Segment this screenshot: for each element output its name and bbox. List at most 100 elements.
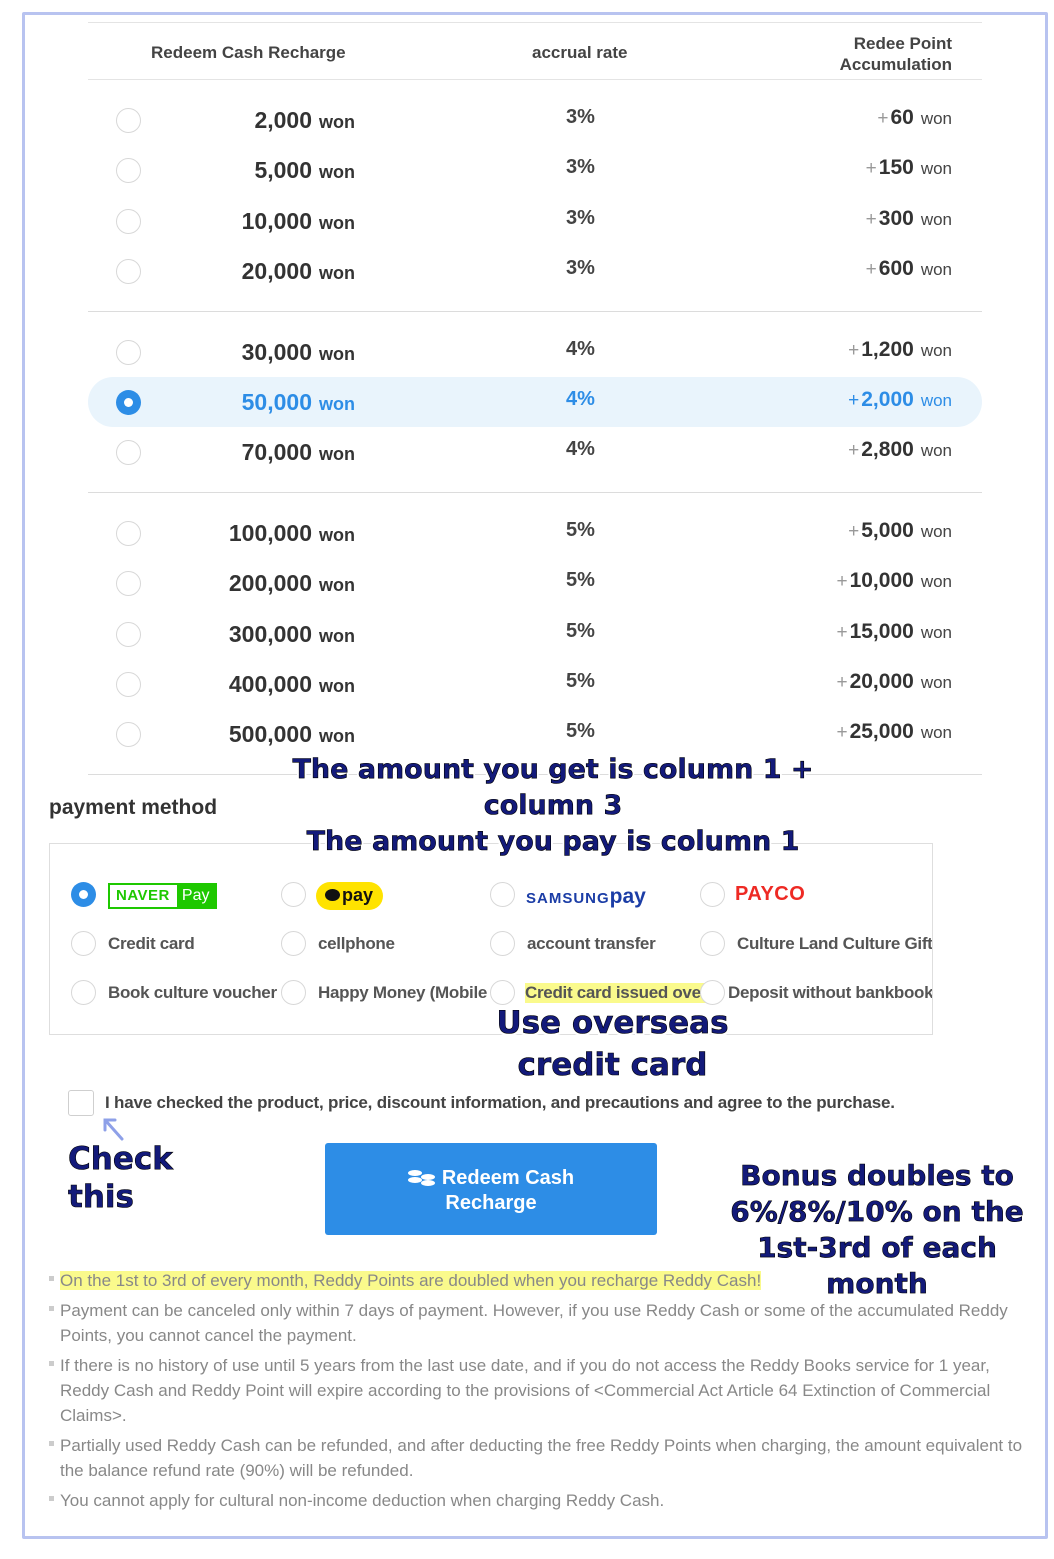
recharge-radio[interactable] xyxy=(116,440,141,466)
option-culture-land[interactable]: Culture Land Culture Gift C xyxy=(700,928,932,958)
radio-credit-card[interactable] xyxy=(71,931,96,956)
recharge-radio[interactable] xyxy=(116,389,141,415)
agree-checkbox[interactable] xyxy=(68,1090,94,1116)
recharge-option-row[interactable]: 200,000 won 5% +10,000 won xyxy=(88,558,982,608)
recharge-option-row[interactable]: 50,000 won 4% +2,000 won xyxy=(88,376,982,428)
points-value: 25,000 xyxy=(849,720,914,744)
radio-culture-land[interactable] xyxy=(700,931,725,956)
recharge-amount: 100,000 won xyxy=(229,520,355,547)
coins-icon xyxy=(407,1168,438,1186)
annotation-line: credit card xyxy=(517,1047,708,1084)
recharge-radio[interactable] xyxy=(116,671,141,697)
annotation-line: 6%/8%/10% on the xyxy=(730,1195,1024,1229)
point-accumulation: +1,200 won xyxy=(848,338,952,362)
accrual-rate: 5% xyxy=(566,569,595,592)
recharge-option-row[interactable]: 2,000 won 3% +60 won xyxy=(88,95,982,145)
recharge-radio[interactable] xyxy=(116,339,141,365)
recharge-option-row[interactable]: 30,000 won 4% +1,200 won xyxy=(88,327,982,377)
recharge-amount: 5,000 won xyxy=(254,157,355,184)
amount-value: 50,000 xyxy=(241,388,312,415)
radio-kakao-pay[interactable] xyxy=(281,882,306,907)
recharge-radio[interactable] xyxy=(116,520,141,546)
points-unit: won xyxy=(920,723,952,743)
accrual-rate: 3% xyxy=(566,257,595,280)
recharge-amount: 200,000 won xyxy=(229,570,355,597)
option-kakao-pay[interactable]: pay xyxy=(281,879,461,910)
recharge-amount: 500,000 won xyxy=(229,721,355,748)
radio-happy-money[interactable] xyxy=(281,980,306,1005)
annotation-table-note: The amount you get is column 1 + column … xyxy=(258,752,848,860)
recharge-radio[interactable] xyxy=(116,571,141,597)
option-account-transfer[interactable]: account transfer xyxy=(490,928,690,958)
option-cellphone[interactable]: cellphone xyxy=(281,928,481,958)
radio-payco[interactable] xyxy=(700,882,725,907)
amount-unit: won xyxy=(319,263,355,284)
annotation-bonus: Bonus doubles to 6%/8%/10% on the 1st-3r… xyxy=(718,1158,1036,1302)
points-unit: won xyxy=(920,441,952,461)
recharge-option-row[interactable]: 5,000 won 3% +150 won xyxy=(88,145,982,195)
recharge-option-row[interactable]: 400,000 won 5% +20,000 won xyxy=(88,659,982,709)
recharge-option-row[interactable]: 300,000 won 5% +15,000 won xyxy=(88,609,982,659)
points-unit: won xyxy=(920,159,952,179)
recharge-radio[interactable] xyxy=(116,621,141,647)
point-accumulation: +600 won xyxy=(866,257,952,281)
recharge-amount: 20,000 won xyxy=(242,258,355,285)
radio-book-voucher[interactable] xyxy=(71,980,96,1005)
points-value: 2,000 xyxy=(861,387,914,411)
annotation-line: The amount you get is column 1 + column … xyxy=(292,754,814,822)
recharge-radio[interactable] xyxy=(116,158,141,184)
plus-sign: + xyxy=(836,621,848,643)
option-book-voucher[interactable]: Book culture voucher xyxy=(71,977,281,1007)
option-samsung-pay[interactable]: SAMSUNGpay xyxy=(490,879,680,909)
redeem-cash-recharge-button[interactable]: Redeem Cash Recharge xyxy=(325,1143,657,1235)
recharge-radio[interactable] xyxy=(116,259,141,285)
annotation-check-this: Check this xyxy=(68,1141,173,1216)
note-item: Payment can be canceled only within 7 da… xyxy=(49,1298,1039,1348)
amount-value: 30,000 xyxy=(241,338,312,365)
amount-unit: won xyxy=(319,162,355,183)
points-value: 300 xyxy=(878,206,914,230)
recharge-option-row[interactable]: 20,000 won 3% +600 won xyxy=(88,246,982,296)
recharge-radio[interactable] xyxy=(116,108,141,133)
cellphone-label: cellphone xyxy=(318,934,395,953)
points-value: 2,800 xyxy=(861,438,914,462)
amount-unit: won xyxy=(319,625,355,646)
payment-method-title: payment method xyxy=(49,796,218,819)
points-unit: won xyxy=(920,672,952,692)
accrual-rate: 3% xyxy=(566,206,595,229)
radio-account-transfer[interactable] xyxy=(490,931,515,956)
note-text: On the 1st to 3rd of every month, Reddy … xyxy=(60,1271,762,1290)
recharge-option-row[interactable]: 100,000 won 5% +5,000 won xyxy=(88,508,982,558)
option-naver-pay[interactable]: NAVER Pay xyxy=(71,879,251,909)
points-unit: won xyxy=(920,572,952,592)
annotation-line: 1st-3rd of each month xyxy=(757,1231,997,1301)
accrual-rate: 5% xyxy=(566,669,595,692)
radio-cellphone[interactable] xyxy=(281,931,306,956)
point-accumulation: +15,000 won xyxy=(836,620,952,644)
option-payco[interactable]: PAYCO xyxy=(700,879,880,909)
point-accumulation: +2,000 won xyxy=(848,388,952,412)
annotation-line: Use overseas xyxy=(496,1005,729,1042)
amount-value: 10,000 xyxy=(241,207,312,234)
recharge-option-row[interactable]: 70,000 won 4% +2,800 won xyxy=(88,427,982,477)
points-unit: won xyxy=(920,340,952,360)
point-accumulation: +10,000 won xyxy=(836,569,952,593)
recharge-option-row[interactable]: 10,000 won 3% +300 won xyxy=(88,196,982,246)
radio-samsung-pay[interactable] xyxy=(490,882,515,907)
credit-card-label: Credit card xyxy=(108,934,195,953)
recharge-radio[interactable] xyxy=(116,722,141,748)
points-value: 15,000 xyxy=(849,619,914,643)
radio-naver-pay[interactable] xyxy=(71,882,96,907)
button-label-line2: Recharge xyxy=(445,1192,537,1214)
recharge-rate-table: Redeem Cash Recharge accrual rate Redee … xyxy=(88,22,982,775)
recharge-radio[interactable] xyxy=(116,208,141,234)
payco-logo: PAYCO xyxy=(735,883,806,905)
annotation-line: Bonus doubles to xyxy=(740,1159,1014,1193)
option-happy-money[interactable]: Happy Money (Mobile P xyxy=(281,977,493,1007)
plus-sign: + xyxy=(836,571,848,593)
option-credit-card[interactable]: Credit card xyxy=(71,928,271,958)
points-value: 20,000 xyxy=(849,669,914,693)
amount-value: 5,000 xyxy=(254,157,312,184)
accrual-rate: 5% xyxy=(566,518,595,541)
amount-unit: won xyxy=(319,343,355,364)
